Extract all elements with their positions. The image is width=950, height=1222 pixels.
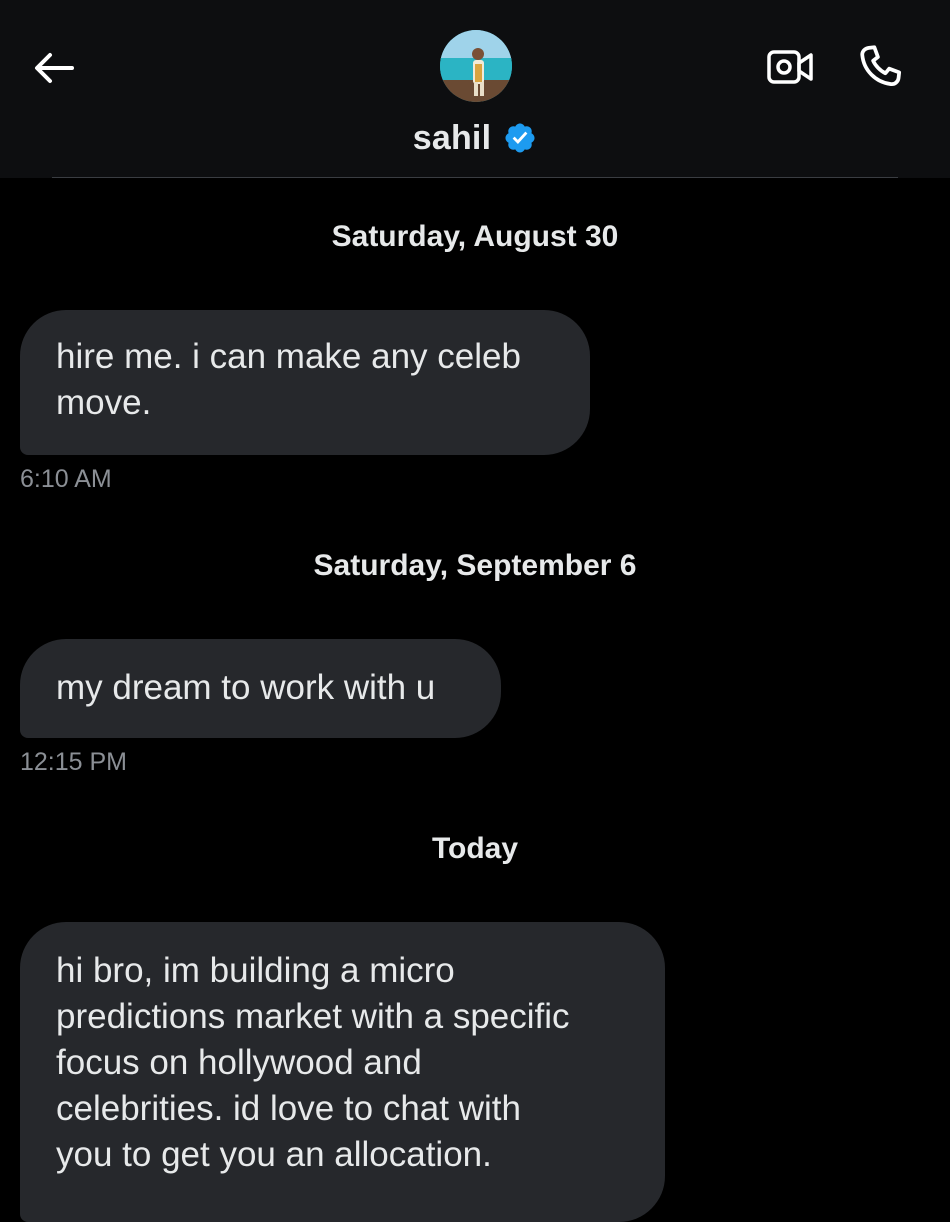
message-bubble[interactable]: hire me. i can make any celeb move. [20, 310, 590, 455]
date-separator: Saturday, September 6 [313, 549, 637, 582]
message-text-line: you to get you an allocation. [56, 1135, 492, 1174]
header-divider [52, 177, 898, 178]
chat-header: sahil [0, 0, 950, 178]
date-separator: Saturday, August 30 [331, 220, 619, 253]
message-text-line: my dream to work with u [56, 668, 436, 707]
message-text-line: move. [56, 383, 152, 422]
verified-badge-icon [505, 123, 535, 153]
message-text-line: hi bro, im building a micro [56, 951, 455, 990]
phone-icon [860, 45, 902, 86]
date-separator: Today [431, 832, 519, 865]
voice-call-button[interactable] [850, 38, 910, 96]
message-text-line: predictions market with a specific [56, 997, 570, 1036]
avatar-image [440, 30, 512, 102]
video-call-button[interactable] [760, 40, 822, 94]
message-text-line: focus on hollywood and [56, 1043, 422, 1082]
back-button[interactable] [28, 44, 80, 92]
message-timestamp: 12:15 PM [20, 748, 128, 776]
arrow-left-icon [35, 53, 74, 83]
contact-name: sahil [412, 118, 492, 157]
message-bubble[interactable]: hi bro, im building a micro predictions … [20, 922, 665, 1222]
message-bubble[interactable]: my dream to work with u [20, 639, 501, 738]
video-camera-icon [767, 50, 813, 84]
contact-header[interactable]: sahil [0, 114, 950, 162]
avatar[interactable] [440, 30, 512, 102]
message-text-line: hire me. i can make any celeb [56, 337, 521, 376]
message-text-line: celebrities. id love to chat with [56, 1089, 521, 1128]
message-timestamp: 6:10 AM [20, 465, 112, 493]
